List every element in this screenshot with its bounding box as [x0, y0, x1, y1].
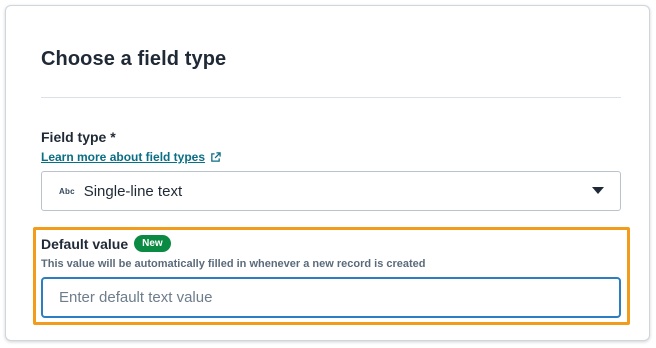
title-divider [41, 97, 621, 98]
default-value-label-row: Default value New [41, 235, 171, 252]
new-badge: New [134, 235, 171, 252]
external-link-icon [211, 151, 221, 162]
default-value-label: Default value [41, 235, 129, 252]
default-value-input[interactable] [41, 277, 621, 318]
caret-down-icon [592, 187, 604, 194]
learn-more-link-text: Learn more about field types [41, 150, 206, 164]
field-type-label: Field type * [41, 129, 116, 145]
field-type-selected-value: Single-line text [83, 182, 183, 200]
field-type-select[interactable]: Abc Single-line text [41, 171, 621, 211]
learn-more-link[interactable]: Learn more about field types [41, 150, 221, 164]
default-value-helper-text: This value will be automatically filled … [41, 258, 426, 270]
single-line-text-icon: Abc [59, 186, 75, 196]
panel-title: Choose a field type [41, 48, 227, 70]
